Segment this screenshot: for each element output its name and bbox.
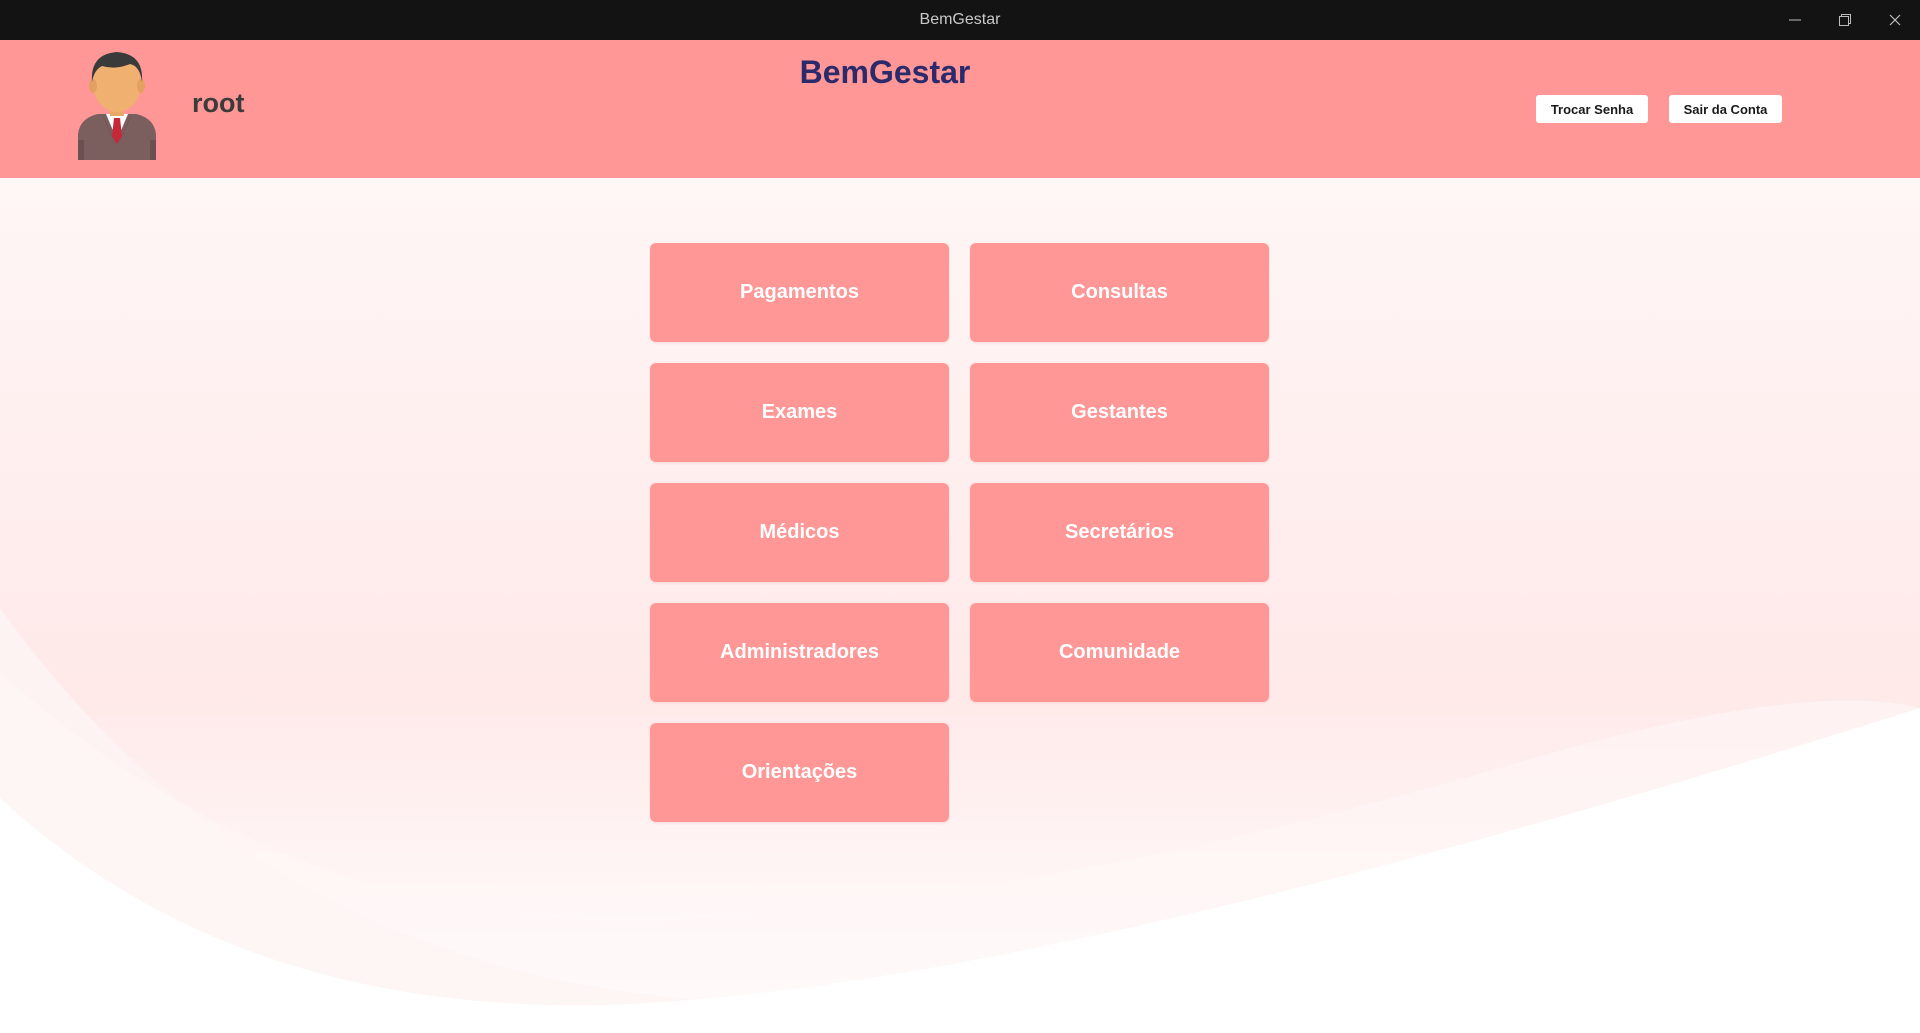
close-button[interactable] [1870, 0, 1920, 40]
window-title: BemGestar [919, 11, 1001, 28]
change-password-button[interactable]: Trocar Senha [1536, 95, 1648, 123]
restore-icon [1839, 14, 1851, 26]
app-header: root BemGestar Trocar Senha Sair da Cont… [0, 40, 1920, 178]
main-content: Pagamentos Consultas Exames Gestantes Mé… [0, 178, 1920, 1033]
menu-tile-administradores[interactable]: Administradores [650, 603, 949, 702]
logout-button[interactable]: Sair da Conta [1669, 95, 1782, 123]
minimize-icon [1789, 19, 1801, 21]
app-title: BemGestar [799, 54, 971, 90]
user-avatar-icon [72, 48, 162, 160]
app-window: BemGestar root BemGestar Trocar Senha Sa… [0, 0, 1920, 1033]
background-waves [0, 608, 1920, 1033]
restore-button[interactable] [1820, 0, 1870, 40]
menu-tile-gestantes[interactable]: Gestantes [970, 363, 1269, 462]
title-bar: BemGestar [0, 0, 1920, 40]
menu-tile-comunidade[interactable]: Comunidade [970, 603, 1269, 702]
menu-tile-pagamentos[interactable]: Pagamentos [650, 243, 949, 342]
minimize-button[interactable] [1770, 0, 1820, 40]
menu-tile-orientacoes[interactable]: Orientações [650, 723, 949, 822]
username-label: root [192, 88, 245, 118]
menu-tile-medicos[interactable]: Médicos [650, 483, 949, 582]
menu-tile-exames[interactable]: Exames [650, 363, 949, 462]
menu-tile-secretarios[interactable]: Secretários [970, 483, 1269, 582]
menu-tile-consultas[interactable]: Consultas [970, 243, 1269, 342]
close-icon [1889, 14, 1901, 26]
